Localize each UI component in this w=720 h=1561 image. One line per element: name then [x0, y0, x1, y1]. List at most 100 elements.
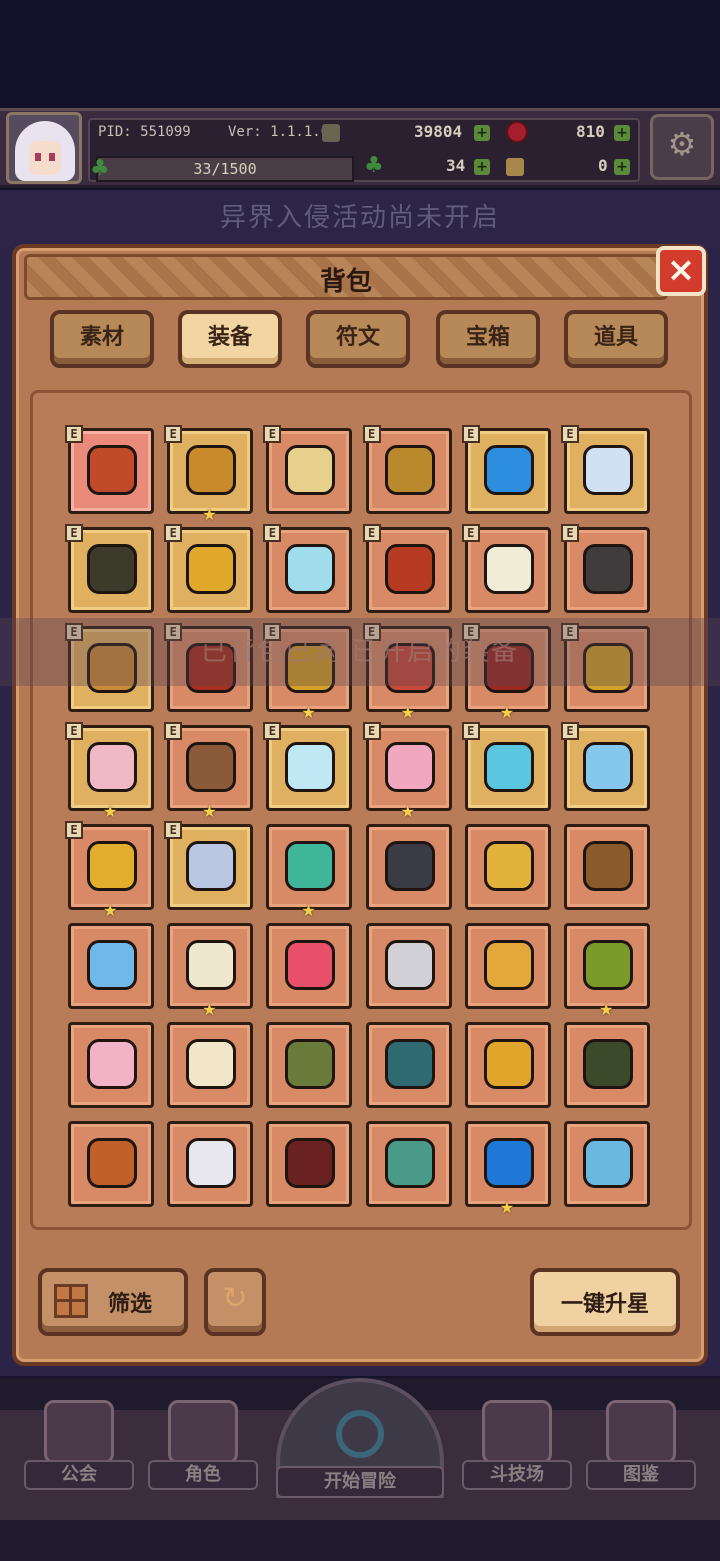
wood-staff-icon — [583, 841, 633, 891]
equipped-badge: E — [263, 425, 282, 443]
sapphire-orb-icon — [483, 445, 534, 495]
inventory-slot[interactable] — [266, 1022, 353, 1108]
equipped-badge: E — [362, 524, 381, 542]
inventory-slot[interactable]: E — [263, 722, 353, 811]
inventory-slot[interactable]: E ★ — [164, 425, 254, 523]
inventory-slot[interactable] — [365, 1022, 452, 1108]
tab-equipment[interactable]: 装备 — [178, 310, 282, 368]
inventory-slot[interactable] — [365, 824, 452, 910]
gem-count: 810 — [576, 122, 605, 141]
equipped-badge: E — [561, 722, 579, 740]
inventory-slot[interactable] — [266, 923, 353, 1009]
settings-button[interactable]: ⚙ — [650, 114, 714, 180]
equipped-badge: E — [164, 524, 183, 542]
heart-amulet-icon — [87, 742, 137, 792]
inventory-slot[interactable] — [365, 1121, 452, 1207]
inventory-slot[interactable]: E — [362, 524, 452, 613]
teal-helm-icon — [384, 1039, 435, 1089]
filter-button[interactable]: 筛选 — [38, 1268, 188, 1336]
inventory-slot[interactable]: E — [561, 722, 650, 811]
inventory-slot[interactable]: E — [263, 524, 353, 613]
pink-bear-icon — [285, 940, 336, 990]
upgrade-all-stars-button[interactable]: 一键升星 — [530, 1268, 680, 1336]
grid-icon — [54, 1284, 88, 1318]
inventory-slot[interactable]: E — [65, 425, 154, 514]
jade-bracelet-icon — [583, 940, 633, 990]
nav-character-label: 角色 — [148, 1460, 258, 1490]
nav-character[interactable]: 角色 — [148, 1396, 258, 1496]
equipped-badge: E — [164, 425, 183, 443]
equipped-badge: E — [65, 425, 83, 443]
inventory-slot[interactable] — [167, 1022, 254, 1108]
coin-icon — [322, 124, 340, 142]
avatar-eye — [49, 153, 55, 161]
inventory-slot[interactable] — [167, 1121, 254, 1207]
equipped-badge: E — [362, 722, 381, 740]
inventory-slot[interactable]: E — [164, 821, 254, 910]
pearl-helm-icon — [186, 1039, 237, 1089]
add-keys-button[interactable]: + — [614, 159, 630, 175]
inventory-slot[interactable]: E — [362, 425, 452, 514]
inventory-slot[interactable] — [564, 1022, 650, 1108]
azure-crest-icon — [483, 1138, 534, 1188]
equipped-badge: E — [65, 524, 83, 542]
inventory-slot[interactable]: E ★ — [362, 722, 452, 820]
gold-spear-icon — [483, 940, 534, 990]
refresh-button[interactable]: ↻ — [204, 1268, 266, 1336]
star-icon: ★ — [202, 1000, 217, 1019]
tab-runes[interactable]: 符文 — [306, 310, 410, 368]
bronze-bracer-icon — [384, 445, 435, 495]
crimson-hood-icon — [285, 1138, 336, 1188]
star-icon: ★ — [202, 505, 217, 524]
add-clovers-button[interactable]: + — [474, 159, 490, 175]
nav-guild[interactable]: 公会 — [24, 1396, 134, 1496]
inventory-slot[interactable] — [365, 923, 452, 1009]
inventory-slot[interactable] — [464, 923, 551, 1009]
tab-chests[interactable]: 宝箱 — [436, 310, 540, 368]
inventory-slot[interactable]: E — [461, 722, 551, 811]
inventory-slot[interactable]: ★ — [564, 923, 650, 1018]
star-icon: ★ — [400, 703, 415, 722]
inventory-slot[interactable]: E — [561, 425, 650, 514]
inventory-slot[interactable]: ★ — [167, 923, 254, 1018]
inventory-slot[interactable]: ★ — [464, 1121, 551, 1216]
nav-start-adventure-label: 开始冒险 — [276, 1466, 444, 1498]
add-gems-button[interactable]: + — [614, 125, 630, 141]
inventory-slot[interactable] — [564, 824, 650, 910]
tab-items[interactable]: 道具 — [564, 310, 668, 368]
steel-axe-icon — [384, 940, 435, 990]
gear-icon: ⚙ — [667, 125, 697, 163]
inventory-slot[interactable] — [68, 923, 154, 1009]
player-avatar[interactable] — [6, 112, 82, 184]
inventory-slot[interactable] — [464, 824, 551, 910]
inventory-slot[interactable]: E — [263, 425, 353, 514]
upgrade-all-label: 一键升星 — [560, 1292, 649, 1317]
nav-arena[interactable]: 斗技场 — [462, 1396, 572, 1496]
add-gold-button[interactable]: + — [474, 125, 490, 141]
inventory-slot[interactable]: E ★ — [164, 722, 254, 820]
close-button[interactable]: × — [656, 246, 706, 296]
star-icon: ★ — [202, 802, 217, 821]
nav-codex[interactable]: 图鉴 — [586, 1396, 696, 1496]
inventory-slot[interactable]: E — [461, 425, 551, 514]
heart-necklace-icon — [384, 742, 435, 792]
sapphire-ring-icon — [87, 841, 137, 891]
inventory-slot[interactable]: E — [65, 524, 154, 613]
inventory-slot[interactable] — [68, 1022, 154, 1108]
tab-materials[interactable]: 素材 — [50, 310, 154, 368]
equipped-badge: E — [461, 524, 480, 542]
inventory-slot[interactable]: E — [561, 524, 650, 613]
inventory-slot[interactable] — [266, 1121, 353, 1207]
inventory-slot[interactable]: E — [164, 524, 254, 613]
inventory-slot[interactable] — [68, 1121, 154, 1207]
inventory-slot[interactable]: E — [461, 524, 551, 613]
event-banner: 异界入侵活动尚未开启 — [0, 190, 720, 246]
inventory-slot[interactable]: ★ — [266, 824, 353, 919]
inventory-slot[interactable]: E ★ — [65, 821, 154, 919]
xp-text: 33/1500 — [193, 160, 257, 178]
inventory-slot[interactable]: E ★ — [65, 722, 154, 820]
gold-horned-helm-icon — [483, 1039, 534, 1089]
player-id: PID: 551099 — [98, 124, 191, 140]
inventory-slot[interactable] — [464, 1022, 551, 1108]
inventory-slot[interactable] — [564, 1121, 650, 1207]
